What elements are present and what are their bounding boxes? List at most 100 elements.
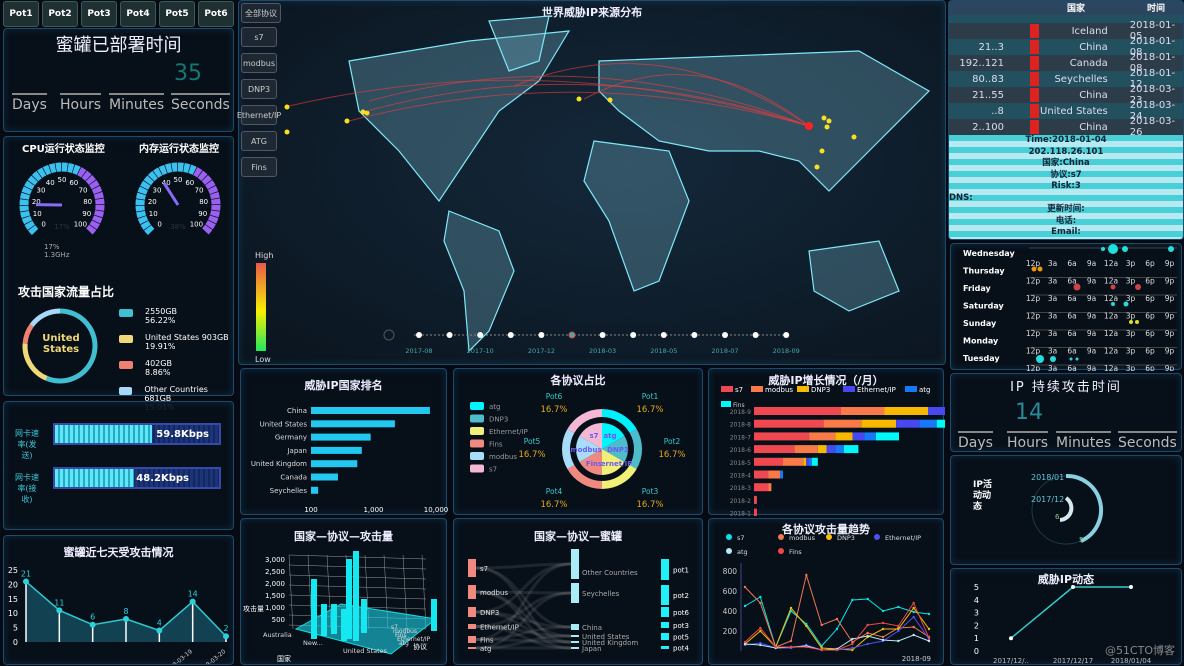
sankey-label: Fins (480, 637, 494, 645)
duration-minutes-label: Minutes (1056, 431, 1112, 451)
pot2-button[interactable]: Pot2 (42, 1, 78, 27)
threat-source-dot (576, 96, 582, 102)
legend-swatch (470, 464, 484, 473)
bar3d-bar (353, 551, 359, 641)
category-label: 2018-8 (730, 422, 751, 429)
data-point (881, 621, 885, 625)
data-point (820, 623, 823, 627)
share-legend-item[interactable]: 2550GB 56.22% (119, 307, 233, 325)
flag-icon (1029, 24, 1040, 38)
growth-bar-segment (754, 445, 795, 454)
pot6-button[interactable]: Pot6 (198, 1, 234, 27)
data-point (851, 598, 854, 602)
activity-bubble (1111, 302, 1115, 306)
cpu-gauge-segment (93, 191, 104, 200)
heat-legend-bar[interactable] (256, 263, 266, 351)
share-legend-item[interactable]: 402GB 8.86% (119, 359, 233, 377)
bar3d-bar (431, 599, 437, 631)
protocol-button-s7[interactable]: s7 (241, 27, 277, 47)
day-label: Thursday (963, 267, 1005, 276)
protocol-tick: atg (399, 640, 409, 647)
hour-label: 12a (1104, 347, 1118, 356)
mem-gauge-segment (164, 163, 173, 174)
sankey-node (468, 636, 476, 643)
protocol-button-dnp3[interactable]: DNP3 (241, 79, 277, 99)
cpu-gauge-segment (24, 220, 35, 230)
z-axis-label: 协议 (413, 642, 427, 651)
pot1-button[interactable]: Pot1 (3, 1, 39, 27)
timeline-point (416, 332, 422, 338)
pot5-button[interactable]: Pot5 (159, 1, 195, 27)
threat-source-dot (814, 164, 820, 170)
pot3-button[interactable]: Pot3 (81, 1, 117, 27)
protocol-button-ethernet-ip[interactable]: Ethernet/IP (237, 105, 281, 125)
row-ip: 192..121 (959, 57, 1004, 69)
table-header: 国家 时间 (949, 1, 1183, 15)
bar3d-bar (361, 599, 367, 633)
cpu-gauge-segment (86, 224, 97, 235)
sankey-node (468, 585, 476, 599)
activity-bubble (1050, 356, 1056, 362)
growth-bar-segment (768, 470, 781, 479)
share-legend-item[interactable]: United States 903GB 19.91% (119, 333, 233, 351)
sankey-node (571, 549, 579, 579)
data-point (927, 636, 931, 640)
y-tick: 400 (723, 607, 738, 616)
data-point (1009, 636, 1013, 641)
data-label: 11 (54, 598, 64, 607)
sankey-label: Japan (581, 645, 602, 653)
all-protocols-button[interactable]: 全部协议 (241, 3, 281, 23)
growth-bar-segment (806, 457, 810, 466)
sankey-node (571, 624, 579, 630)
growth-bar-segment (852, 432, 865, 441)
data-point (881, 609, 885, 613)
send-speed-value: 59.8Kbps (156, 429, 209, 440)
rank-label: Canada (280, 474, 307, 482)
legend-marker (874, 534, 880, 540)
data-label: 8 (123, 607, 128, 616)
ip-detail-card: Time:2018-01-04 202.118.26.101 国家:China 协议:… (949, 135, 1183, 239)
mem-gauge-tick: 90 (198, 210, 207, 218)
sankey-node (468, 559, 476, 577)
country-tick: New... (303, 639, 323, 647)
legend-marker (778, 534, 784, 540)
growth-bar-segment (817, 445, 827, 454)
threat-source-dot (821, 115, 827, 121)
y-tick: 1,500 (265, 592, 285, 600)
table-body: Iceland 2018-01-05 21..3 China 2018-01-08 192… (949, 20, 1183, 138)
table-row[interactable]: 2..100 China 2018-03-26 (949, 116, 1183, 138)
row-ip: 2..100 (972, 121, 1004, 133)
data-point (866, 623, 869, 627)
mem-gauge-tick: 100 (190, 220, 203, 228)
cpu-usage: 17% (44, 243, 60, 251)
legend-label: DNP3 (811, 386, 830, 394)
protocol-button-fins[interactable]: Fins (241, 157, 277, 177)
cpu-gauge-tick: 90 (82, 210, 91, 218)
legend-marker (726, 548, 732, 554)
pot4-button[interactable]: Pot4 (120, 1, 156, 27)
mem-gauge-segment (158, 164, 168, 176)
duration-days-label: Days (958, 431, 993, 451)
legend-pct: 56.22% (145, 316, 176, 325)
data-point (759, 629, 762, 633)
y-tick: 5 (13, 624, 18, 633)
cpu-gauge-tick: 100 (74, 220, 87, 228)
cpu-gauge-segment (91, 185, 103, 195)
pot-pct: 16.7% (540, 500, 567, 510)
timeline-point (599, 332, 606, 338)
legend-swatch (470, 414, 484, 423)
protocol-button-atg[interactable]: ATG (241, 131, 277, 151)
sankey-label: pot3 (673, 622, 689, 630)
mem-gauge-tick: 50 (174, 176, 183, 184)
data-point (866, 642, 869, 646)
sankey-label: China (582, 624, 602, 632)
growth-bar-segment (841, 407, 885, 415)
slice-label: modbus (570, 446, 601, 454)
protocol-button-modbus[interactable]: modbus (241, 53, 277, 73)
growth-bar-segment (861, 419, 897, 428)
share-ring-slice (29, 308, 61, 328)
mem-gauge-segment (136, 210, 147, 219)
x-tick: 2018-03-19 (163, 648, 194, 664)
y-tick: 15 (8, 595, 18, 604)
legend-swatch (470, 427, 484, 435)
